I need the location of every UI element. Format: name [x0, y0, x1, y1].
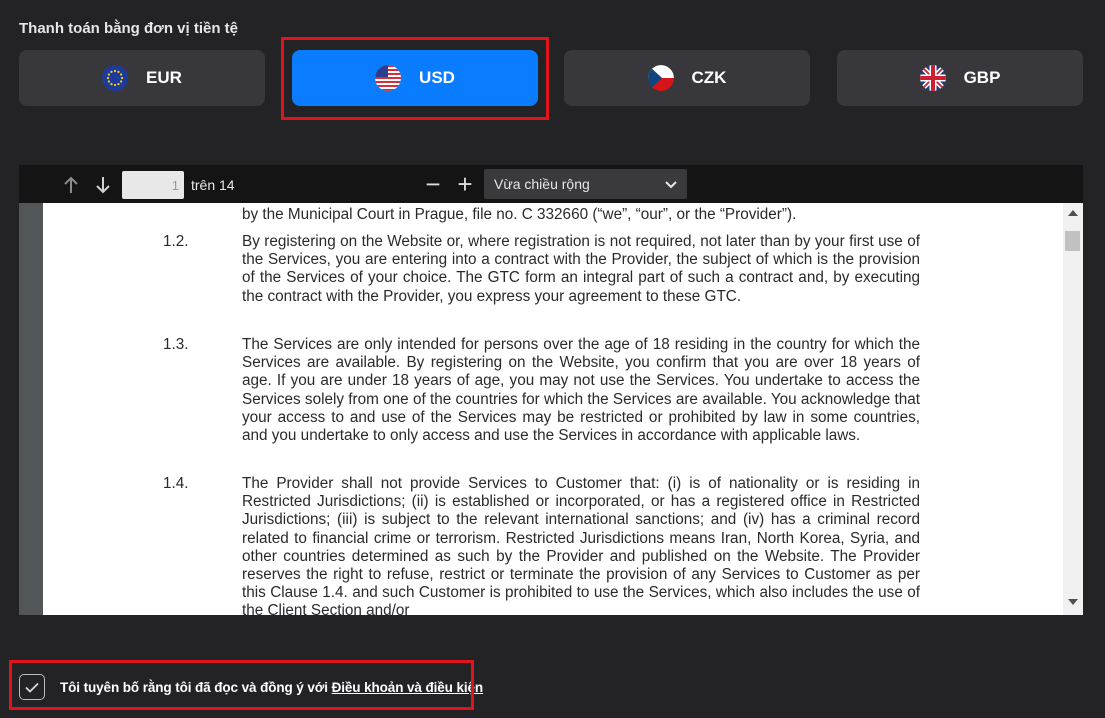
consent-statement: Tôi tuyên bố rằng tôi đã đọc và đồng ý v… [60, 679, 328, 695]
chevron-down-icon [665, 176, 677, 192]
clause-text: By registering on the Website or, where … [242, 233, 920, 305]
gb-flag-icon [919, 65, 946, 91]
currency-button-eur[interactable]: EUR [19, 50, 265, 106]
page-number-input[interactable] [122, 171, 184, 199]
page-total-label: trên 14 [191, 177, 235, 193]
zoom-mode-select[interactable]: Vừa chiều rộng [484, 169, 687, 199]
currency-code: EUR [146, 68, 182, 87]
clause-number: 1.4. [163, 475, 189, 492]
us-flag-icon [375, 65, 402, 91]
pdf-page: by the Municipal Court in Prague, file n… [43, 203, 1063, 615]
checkmark-icon [25, 682, 39, 693]
currency-button-czk[interactable]: CZK [564, 50, 810, 106]
scroll-up-arrow-icon[interactable] [1068, 210, 1078, 216]
currency-code: CZK [691, 68, 727, 87]
currency-button-usd[interactable]: USD [292, 50, 538, 106]
scroll-down-arrow-icon[interactable] [1068, 599, 1078, 605]
terms-link[interactable]: Điều khoản và điều kiện [332, 680, 484, 695]
terms-consent-row: Tôi tuyên bố rằng tôi đã đọc và đồng ý v… [19, 672, 483, 702]
terms-checkbox[interactable] [19, 674, 45, 700]
zoom-in-button[interactable]: + [452, 171, 478, 199]
scrollbar-thumb[interactable] [1065, 231, 1080, 251]
consent-text: Tôi tuyên bố rằng tôi đã đọc và đồng ý v… [60, 680, 483, 695]
currency-button-gbp[interactable]: GBP [837, 50, 1083, 106]
clause-number: 1.3. [163, 336, 189, 353]
clause-text: The Provider shall not provide Services … [242, 475, 920, 615]
arrow-down-icon[interactable] [92, 174, 114, 196]
clause-number: 1.2. [163, 233, 189, 250]
eu-flag-icon [102, 65, 129, 91]
pdf-scrollbar[interactable] [1063, 203, 1083, 615]
pdf-viewer: trên 14 − + Vừa chiều rộng by the Munici… [19, 165, 1083, 615]
cz-flag-icon [647, 65, 674, 91]
currency-code: GBP [963, 68, 1001, 87]
pdf-toolbar: trên 14 − + Vừa chiều rộng [19, 165, 1083, 203]
clause-text: The Services are only intended for perso… [242, 336, 920, 445]
currency-code: USD [419, 68, 455, 87]
zoom-mode-value: Vừa chiều rộng [494, 176, 590, 192]
zoom-out-button[interactable]: − [420, 171, 446, 199]
arrow-up-icon[interactable] [60, 174, 82, 196]
intro-text: by the Municipal Court in Prague, file n… [242, 206, 797, 223]
payment-currency-label: Thanh toán bằng đơn vị tiền tệ [19, 20, 238, 37]
